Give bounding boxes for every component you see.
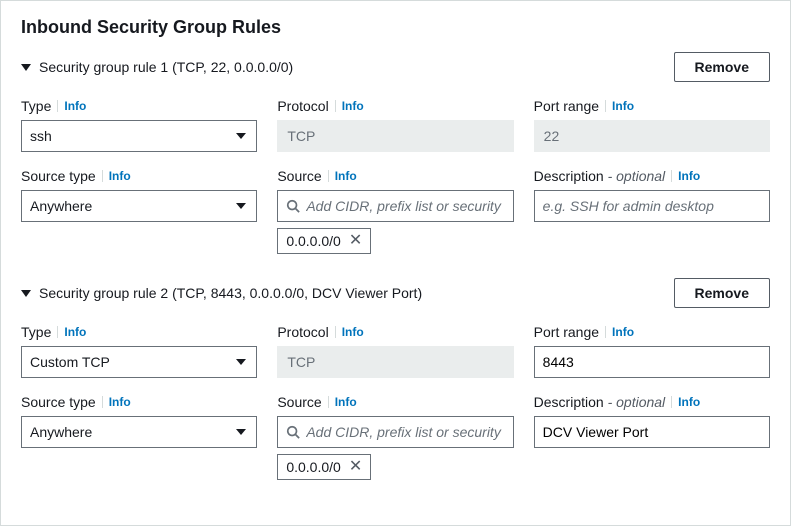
type-select-value: Custom TCP	[30, 354, 110, 370]
info-link[interactable]: Info	[342, 99, 364, 113]
divider	[605, 100, 606, 112]
divider	[335, 326, 336, 338]
info-link[interactable]: Info	[335, 395, 357, 409]
close-icon[interactable]: ✕	[349, 459, 362, 475]
remove-button[interactable]: Remove	[674, 52, 770, 82]
protocol-readonly: TCP	[277, 120, 513, 152]
source-input-wrap[interactable]	[277, 190, 513, 222]
rule-block-2: Security group rule 2 (TCP, 8443, 0.0.0.…	[21, 278, 770, 480]
type-select-value: ssh	[30, 128, 52, 144]
description-input[interactable]	[534, 416, 770, 448]
rule-title: Security group rule 1 (TCP, 22, 0.0.0.0/…	[39, 59, 293, 75]
source-type-label: Source type	[21, 168, 96, 184]
type-select[interactable]: Custom TCP	[21, 346, 257, 378]
info-link[interactable]: Info	[342, 325, 364, 339]
source-type-label: Source type	[21, 394, 96, 410]
source-label: Source	[277, 168, 321, 184]
protocol-label: Protocol	[277, 324, 328, 340]
divider	[57, 100, 58, 112]
info-link[interactable]: Info	[678, 395, 700, 409]
info-link[interactable]: Info	[335, 169, 357, 183]
divider	[335, 100, 336, 112]
type-label: Type	[21, 324, 51, 340]
protocol-label: Protocol	[277, 98, 328, 114]
chevron-down-icon	[236, 359, 246, 365]
source-chip-text: 0.0.0.0/0	[286, 459, 341, 475]
info-link[interactable]: Info	[612, 99, 634, 113]
search-icon	[286, 199, 300, 213]
description-input[interactable]	[534, 190, 770, 222]
chevron-down-icon	[236, 429, 246, 435]
caret-down-icon[interactable]	[21, 290, 31, 297]
source-input[interactable]	[306, 198, 504, 214]
divider	[102, 396, 103, 408]
divider	[102, 170, 103, 182]
divider	[605, 326, 606, 338]
rule-title: Security group rule 2 (TCP, 8443, 0.0.0.…	[39, 285, 422, 301]
chevron-down-icon	[236, 133, 246, 139]
description-label: Description - optional	[534, 168, 666, 184]
info-link[interactable]: Info	[109, 169, 131, 183]
source-input[interactable]	[306, 424, 504, 440]
source-chip-text: 0.0.0.0/0	[286, 233, 341, 249]
source-type-select[interactable]: Anywhere	[21, 416, 257, 448]
port-range-label: Port range	[534, 324, 599, 340]
chevron-down-icon	[236, 203, 246, 209]
port-range-readonly: 22	[534, 120, 770, 152]
caret-down-icon[interactable]	[21, 64, 31, 71]
description-label: Description - optional	[534, 394, 666, 410]
protocol-readonly: TCP	[277, 346, 513, 378]
panel-title: Inbound Security Group Rules	[21, 17, 770, 38]
source-chip: 0.0.0.0/0 ✕	[277, 454, 371, 480]
source-type-select-value: Anywhere	[30, 424, 92, 440]
info-link[interactable]: Info	[109, 395, 131, 409]
source-input-wrap[interactable]	[277, 416, 513, 448]
info-link[interactable]: Info	[612, 325, 634, 339]
rule-block-1: Security group rule 1 (TCP, 22, 0.0.0.0/…	[21, 52, 770, 254]
port-range-label: Port range	[534, 98, 599, 114]
divider	[671, 396, 672, 408]
source-type-select[interactable]: Anywhere	[21, 190, 257, 222]
remove-button[interactable]: Remove	[674, 278, 770, 308]
info-link[interactable]: Info	[678, 169, 700, 183]
divider	[328, 396, 329, 408]
source-label: Source	[277, 394, 321, 410]
type-label: Type	[21, 98, 51, 114]
close-icon[interactable]: ✕	[349, 233, 362, 249]
info-link[interactable]: Info	[64, 99, 86, 113]
divider	[328, 170, 329, 182]
divider	[671, 170, 672, 182]
search-icon	[286, 425, 300, 439]
source-type-select-value: Anywhere	[30, 198, 92, 214]
port-range-input[interactable]	[534, 346, 770, 378]
type-select[interactable]: ssh	[21, 120, 257, 152]
info-link[interactable]: Info	[64, 325, 86, 339]
source-chip: 0.0.0.0/0 ✕	[277, 228, 371, 254]
divider	[57, 326, 58, 338]
